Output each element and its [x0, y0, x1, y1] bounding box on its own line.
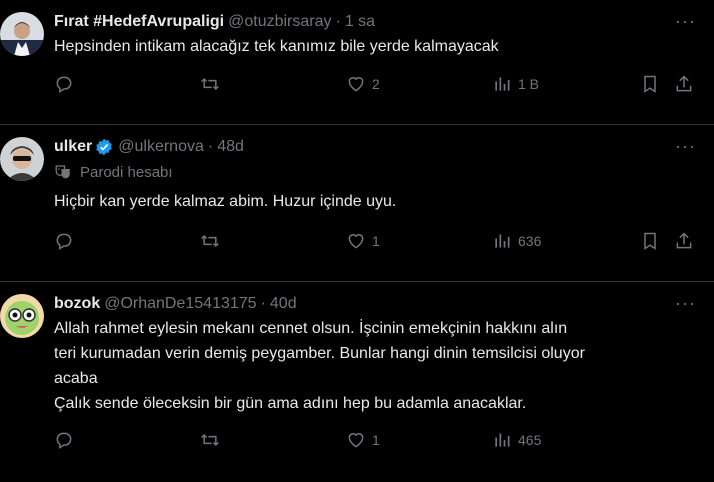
- heart-icon: [348, 433, 364, 448]
- reply-button[interactable]: [54, 74, 74, 94]
- tweet[interactable]: bozok @OrhanDe15413175 · 40d Allah rahme…: [0, 282, 714, 482]
- like-count: 1: [372, 432, 380, 448]
- share-icon: [676, 232, 692, 249]
- tweet-text-line: acaba: [54, 370, 98, 387]
- like-count: 2: [372, 76, 380, 92]
- reply-button[interactable]: [54, 430, 74, 450]
- view-count: 636: [518, 233, 542, 249]
- reply-icon: [56, 76, 72, 93]
- like-button[interactable]: 1: [346, 231, 380, 251]
- more-horizontal-icon[interactable]: ···: [675, 12, 696, 30]
- avatar[interactable]: [0, 12, 44, 56]
- bookmark-button[interactable]: [640, 74, 660, 94]
- verified-badge-icon: [94, 137, 114, 157]
- separator-dot: ·: [260, 295, 266, 312]
- author-handle[interactable]: @ulkernova: [118, 138, 204, 156]
- bookmark-button[interactable]: [640, 231, 660, 251]
- parody-label: Parodi hesabı: [54, 163, 698, 181]
- views-button[interactable]: 1 B: [492, 74, 539, 94]
- avatar[interactable]: [0, 294, 44, 338]
- view-count: 465: [518, 432, 542, 448]
- tweet[interactable]: Fırat #HedefAvrupaligi @otuzbirsaray · 1…: [0, 0, 714, 125]
- retweet-button[interactable]: [200, 231, 220, 251]
- share-icon: [676, 75, 692, 92]
- reply-icon: [56, 233, 72, 250]
- separator-dot: ·: [335, 13, 341, 30]
- views-button[interactable]: 636: [492, 231, 541, 251]
- views-chart-icon: [495, 234, 510, 248]
- author-handle[interactable]: @otuzbirsaray: [228, 13, 331, 31]
- reply-button[interactable]: [54, 231, 74, 251]
- more-horizontal-icon[interactable]: ···: [675, 137, 696, 155]
- tweet-text: Hiçbir kan yerde kalmaz abim. Huzur için…: [54, 189, 698, 214]
- retweet-icon: [201, 234, 219, 248]
- reply-icon: [56, 432, 72, 449]
- like-button[interactable]: 1: [346, 430, 380, 450]
- like-button[interactable]: 2: [346, 74, 380, 94]
- views-chart-icon: [495, 77, 510, 91]
- views-chart-icon: [495, 433, 510, 447]
- author-handle[interactable]: @OrhanDe15413175: [104, 295, 256, 313]
- author-name[interactable]: Fırat #HedefAvrupaligi: [54, 13, 224, 31]
- more-horizontal-icon[interactable]: ···: [675, 294, 696, 312]
- share-button[interactable]: [674, 74, 694, 94]
- tweet-text-line: Hiçbir kan yerde kalmaz abim. Huzur için…: [54, 193, 397, 210]
- retweet-icon: [201, 433, 219, 447]
- view-count: 1 B: [518, 76, 540, 92]
- views-button[interactable]: 465: [492, 430, 541, 450]
- bookmark-icon: [644, 75, 656, 93]
- tweet-text-line: Hepsinden intikam alacağız tek kanımız b…: [54, 38, 499, 55]
- heart-icon: [348, 234, 364, 249]
- timestamp[interactable]: 48d: [217, 138, 244, 156]
- retweet-icon: [201, 77, 219, 91]
- parody-text: Parodi hesabı: [80, 163, 173, 181]
- author-name[interactable]: bozok: [54, 295, 100, 313]
- tweet[interactable]: ulker @ulkernova · 48d Parodi hesabı Hiç…: [0, 125, 714, 282]
- tweet-text-line: Allah rahmet eylesin mekanı cennet olsun…: [54, 320, 568, 337]
- retweet-button[interactable]: [200, 430, 220, 450]
- timestamp[interactable]: 1 sa: [345, 13, 375, 31]
- tweet-text: Allah rahmet eylesin mekanı cennet olsun…: [54, 316, 698, 416]
- tweet-text: Hepsinden intikam alacağız tek kanımız b…: [54, 34, 698, 59]
- author-name[interactable]: ulker: [54, 138, 92, 156]
- separator-dot: ·: [207, 138, 214, 155]
- bookmark-icon: [644, 232, 656, 250]
- like-count: 1: [372, 233, 380, 249]
- heart-icon: [348, 77, 364, 92]
- share-button[interactable]: [674, 231, 694, 251]
- theater-mask-icon: [54, 163, 72, 181]
- avatar[interactable]: [0, 137, 44, 181]
- retweet-button[interactable]: [200, 74, 220, 94]
- tweet-text-line: Çalık sende öleceksin bir gün ama adını …: [54, 395, 527, 412]
- tweet-text-line: teri kurumadan verin demiş peygamber. Bu…: [54, 345, 585, 362]
- timestamp[interactable]: 40d: [270, 295, 297, 313]
